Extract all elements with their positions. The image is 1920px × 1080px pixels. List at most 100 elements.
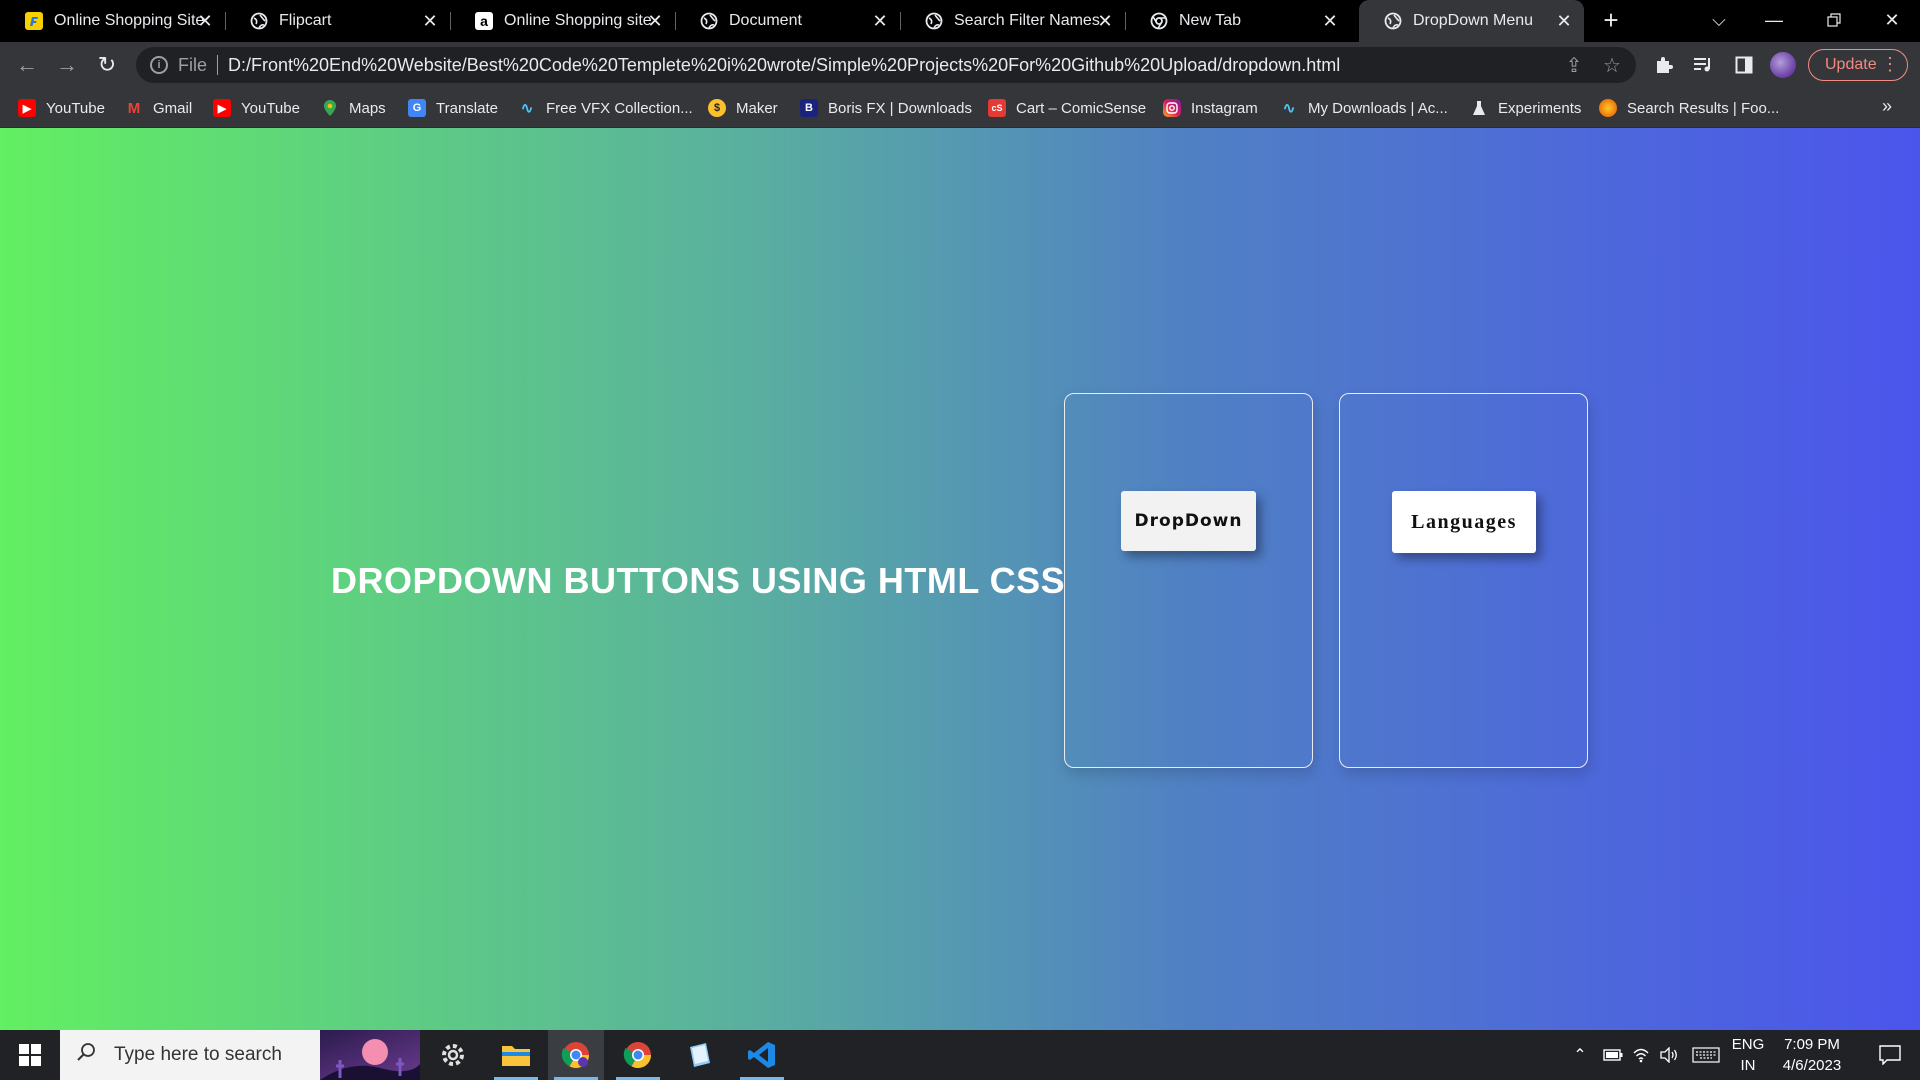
tab-dropdown-menu[interactable]: DropDown Menu ✕	[1359, 0, 1584, 42]
bookmark-instagram[interactable]: Instagram	[1163, 96, 1258, 120]
forward-arrow-icon[interactable]: →	[51, 49, 83, 81]
side-panel-icon[interactable]	[1731, 52, 1757, 78]
bookmark-label: Cart – ComicSense	[1016, 99, 1147, 117]
vfx-icon: ∿	[1282, 100, 1296, 117]
bookmark-experiments[interactable]: Experiments	[1470, 96, 1581, 120]
close-tab-icon[interactable]: ✕	[1095, 11, 1115, 31]
info-icon[interactable]: i	[150, 56, 168, 74]
minimize-icon[interactable]: —	[1748, 0, 1800, 40]
wifi-icon[interactable]	[1626, 1030, 1656, 1080]
settings-icon	[442, 1044, 464, 1066]
tab-flipcart[interactable]: Flipcart ✕	[225, 0, 451, 42]
file-explorer-app[interactable]	[488, 1030, 544, 1080]
back-arrow-icon[interactable]: ←	[11, 49, 43, 81]
volume-icon[interactable]	[1654, 1030, 1684, 1080]
amazon-icon: a	[474, 11, 494, 31]
media-queue-icon[interactable]	[1690, 52, 1716, 78]
bookmark-label: YouTube	[241, 99, 300, 117]
taskbar-search-box[interactable]: Type here to search	[60, 1030, 420, 1080]
address-bar[interactable]: i File D:/Front%20End%20Website/Best%20C…	[136, 47, 1636, 83]
windows-start-button[interactable]	[0, 1030, 60, 1080]
close-tab-icon[interactable]: ✕	[1320, 11, 1340, 31]
browser-toolbar: ← → ↻ i File D:/Front%20End%20Website/Be…	[0, 42, 1920, 88]
settings-app[interactable]	[425, 1030, 481, 1080]
youtube-icon: ▶	[213, 99, 231, 117]
vscode-app[interactable]	[734, 1030, 790, 1080]
keyboard-icon[interactable]	[1688, 1030, 1724, 1080]
chrome-icon	[623, 1042, 652, 1069]
tab-online-shopping-site-amazon[interactable]: a Online Shopping site ✕	[450, 0, 676, 42]
bookmark-youtube-2[interactable]: ▶ YouTube	[213, 96, 300, 120]
tab-search-filter-names[interactable]: Search Filter Names ✕	[900, 0, 1126, 42]
reload-icon[interactable]: ↻	[91, 49, 123, 81]
languages-card	[1339, 393, 1588, 768]
tab-document[interactable]: Document ✕	[675, 0, 901, 42]
system-clock[interactable]: 7:09 PM 4/6/2023	[1772, 1034, 1852, 1076]
bookmark-maps[interactable]: Maps	[321, 96, 386, 120]
new-tab-button[interactable]: +	[1598, 7, 1624, 34]
svg-text:a: a	[480, 13, 488, 29]
show-hidden-icons-chevron[interactable]: ⌃	[1565, 1030, 1595, 1080]
share-icon[interactable]: ⇪	[1563, 54, 1585, 77]
input-language[interactable]: ENG IN	[1728, 1034, 1768, 1076]
bookmark-my-downloads[interactable]: ∿ My Downloads | Ac...	[1280, 96, 1448, 120]
bookmark-label: Maps	[349, 99, 386, 117]
clock-date: 4/6/2023	[1782, 1057, 1842, 1074]
tab-new-tab[interactable]: New Tab ✕	[1125, 0, 1350, 42]
tab-online-shopping-site[interactable]: Online Shopping Site ✕	[0, 0, 226, 42]
tab-title: Document	[729, 12, 802, 29]
close-tab-icon[interactable]: ✕	[1554, 11, 1574, 31]
close-tab-icon[interactable]: ✕	[195, 11, 215, 31]
bookmark-free-vfx[interactable]: ∿ Free VFX Collection...	[518, 96, 693, 120]
bookmark-label: My Downloads | Ac...	[1308, 99, 1448, 117]
notepad-app[interactable]	[672, 1030, 728, 1080]
bookmark-gmail[interactable]: M Gmail	[125, 96, 192, 120]
bookmark-search-results[interactable]: Search Results | Foo...	[1599, 96, 1779, 120]
chrome-app[interactable]	[610, 1030, 666, 1080]
globe-icon	[1383, 11, 1403, 31]
chrome-icon	[561, 1042, 590, 1069]
languages-button[interactable]: Languages	[1392, 491, 1536, 553]
battery-icon[interactable]	[1598, 1030, 1628, 1080]
bookmark-label: Instagram	[1191, 99, 1258, 117]
close-tab-icon[interactable]: ✕	[645, 11, 665, 31]
bookmark-star-icon[interactable]: ☆	[1601, 54, 1623, 77]
restore-icon[interactable]	[1808, 0, 1860, 40]
bookmark-translate[interactable]: G Translate	[408, 96, 498, 120]
dropdown-button[interactable]: DropDown	[1121, 491, 1256, 551]
bookmark-label: YouTube	[46, 99, 105, 117]
chrome-icon	[1149, 11, 1169, 31]
globe-icon	[924, 11, 944, 31]
windows-logo-icon	[19, 1044, 41, 1066]
bookmark-boris-fx[interactable]: B Boris FX | Downloads	[800, 96, 972, 120]
profile-avatar[interactable]	[1770, 52, 1796, 78]
vscode-icon	[748, 1042, 775, 1068]
maker-icon: $	[708, 99, 726, 117]
region-code: IN	[1740, 1057, 1756, 1074]
tab-search-chevron-icon[interactable]: ⌵	[1693, 0, 1745, 40]
vfx-icon: ∿	[520, 100, 534, 117]
borisfx-icon: B	[800, 99, 818, 117]
tab-title: New Tab	[1179, 12, 1241, 29]
address-divider	[217, 55, 219, 75]
close-window-icon[interactable]: ✕	[1866, 0, 1918, 40]
chrome-app-active[interactable]	[548, 1030, 604, 1080]
extensions-puzzle-icon[interactable]	[1651, 52, 1677, 78]
notification-center-icon[interactable]	[1866, 1030, 1914, 1080]
maps-icon	[321, 99, 339, 117]
gmail-icon: M	[127, 99, 141, 117]
bookmark-maker[interactable]: $ Maker	[708, 96, 778, 120]
close-tab-icon[interactable]: ✕	[420, 11, 440, 31]
more-menu-icon[interactable]: ⋮	[1881, 54, 1899, 75]
tab-title: Flipcart	[279, 12, 332, 29]
more-bookmarks-chevron[interactable]: »	[1882, 96, 1892, 117]
bookmark-youtube[interactable]: ▶ YouTube	[18, 96, 105, 120]
tab-title: Search Filter Names	[954, 12, 1100, 29]
url-text[interactable]: D:/Front%20End%20Website/Best%20Code%20T…	[228, 55, 1340, 76]
bookmark-comicsense[interactable]: cS Cart – ComicSense	[988, 96, 1146, 120]
notepad-icon	[690, 1043, 710, 1067]
close-tab-icon[interactable]: ✕	[870, 11, 890, 31]
windows-taskbar: Type here to search ⌃ ENG IN 7:09 PM 4/6…	[0, 1030, 1920, 1080]
page-content: DROPDOWN BUTTONS USING HTML CSS DropDown…	[0, 128, 1920, 1030]
update-button[interactable]: Update ⋮	[1808, 49, 1908, 81]
